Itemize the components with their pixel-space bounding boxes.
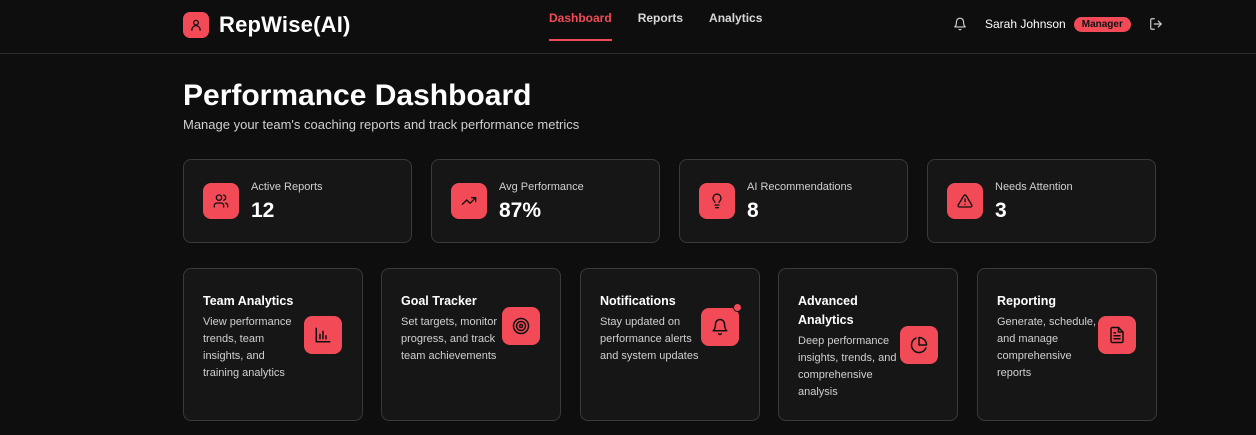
feature-description-line: progress, and track: [401, 333, 496, 345]
feature-title-line: Notifications: [600, 294, 676, 308]
feature-card-notifications[interactable]: Notifications Stay updated on performanc…: [580, 268, 760, 421]
feature-description-line: comprehensive: [997, 350, 1072, 362]
feature-description-line: insights, and: [203, 350, 265, 362]
feature-title: Reporting: [997, 292, 1056, 311]
top-navigation-bar: RepWise(AI) Dashboard Reports Analytics …: [0, 0, 1256, 54]
feature-description-line: analysis: [798, 386, 838, 398]
tab-analytics[interactable]: Analytics: [709, 11, 762, 41]
feature-title-line: Reporting: [997, 294, 1057, 308]
page-title: Performance Dashboard: [183, 79, 532, 112]
stat-value: 3: [995, 199, 1007, 222]
users-icon: [203, 183, 239, 219]
feature-description-line: Stay updated on: [600, 316, 681, 328]
notification-dot: [733, 303, 742, 312]
target-icon: [502, 307, 540, 345]
user-area: Sarah Johnson Manager: [953, 15, 1163, 33]
stat-card-needs-attention: Needs Attention 3: [927, 159, 1156, 243]
feature-description-line: team achievements: [401, 350, 497, 362]
feature-description-line: Generate, schedule,: [997, 316, 1097, 328]
trending-up-icon: [451, 183, 487, 219]
feature-description: Stay updated on performance alerts and s…: [600, 314, 698, 365]
bar-chart-icon: [304, 316, 342, 354]
feature-description-line: training analytics: [203, 367, 285, 379]
tab-reports[interactable]: Reports: [638, 11, 683, 41]
feature-title: Advanced Analytics: [798, 292, 858, 330]
feature-title-line: Advanced: [798, 294, 858, 308]
feature-title-line: Team Analytics: [203, 294, 294, 308]
feature-description-line: reports: [997, 367, 1032, 379]
logout-icon[interactable]: [1149, 17, 1163, 31]
feature-description-line: comprehensive: [798, 369, 873, 381]
stat-value: 12: [251, 199, 275, 222]
feature-description: Generate, schedule, and manage comprehen…: [997, 314, 1096, 382]
role-badge: Manager: [1073, 16, 1131, 32]
stat-card-active-reports: Active Reports 12: [183, 159, 412, 243]
feature-card-team-analytics[interactable]: Team Analytics View performance trends, …: [183, 268, 363, 421]
stat-value: 87%: [499, 199, 542, 222]
feature-card-advanced-analytics[interactable]: Advanced Analytics Deep performance insi…: [778, 268, 958, 421]
feature-title: Notifications: [600, 292, 676, 311]
feature-description-line: and system updates: [600, 350, 699, 362]
feature-description-line: insights, trends, and: [798, 352, 897, 364]
stat-label: Active Reports: [251, 181, 323, 193]
main-nav: Dashboard Reports Analytics: [549, 11, 762, 41]
feature-description-line: performance alerts: [600, 333, 692, 345]
bell-icon: [701, 308, 739, 346]
feature-description-line: View performance: [203, 316, 292, 328]
brand[interactable]: RepWise(AI): [183, 12, 351, 38]
feature-description-line: trends, team: [203, 333, 265, 345]
feature-title: Team Analytics: [203, 292, 293, 311]
feature-description: Set targets, monitor progress, and track…: [401, 314, 497, 365]
pie-chart-icon: [900, 326, 938, 364]
stat-value: 8: [747, 199, 759, 222]
feature-description-line: Deep performance: [798, 335, 890, 347]
stat-label: Needs Attention: [995, 181, 1073, 193]
feature-description-line: and manage: [997, 333, 1059, 345]
page-subtitle: Manage your team's coaching reports and …: [183, 117, 580, 132]
stat-label: Avg Performance: [499, 181, 584, 193]
bell-icon[interactable]: [953, 17, 967, 31]
stat-card-avg-performance: Avg Performance 87%: [431, 159, 660, 243]
feature-card-goal-tracker[interactable]: Goal Tracker Set targets, monitor progre…: [381, 268, 561, 421]
alert-triangle-icon: [947, 183, 983, 219]
feature-description-line: Set targets, monitor: [401, 316, 497, 328]
feature-description: Deep performance insights, trends, and c…: [798, 333, 896, 401]
user-name: Sarah Johnson: [985, 17, 1066, 31]
tab-dashboard[interactable]: Dashboard: [549, 11, 612, 41]
feature-card-reporting[interactable]: Reporting Generate, schedule, and manage…: [977, 268, 1157, 421]
user-icon: [183, 12, 209, 38]
file-text-icon: [1098, 316, 1136, 354]
feature-title-line: Goal Tracker: [401, 294, 477, 308]
stat-label: AI Recommendations: [747, 181, 853, 193]
feature-description: View performance trends, team insights, …: [203, 314, 291, 382]
lightbulb-icon: [699, 183, 735, 219]
stat-card-ai-recommendations: AI Recommendations 8: [679, 159, 908, 243]
brand-name: RepWise(AI): [219, 12, 351, 37]
feature-title: Goal Tracker: [401, 292, 477, 311]
feature-title-line: Analytics: [798, 313, 854, 327]
